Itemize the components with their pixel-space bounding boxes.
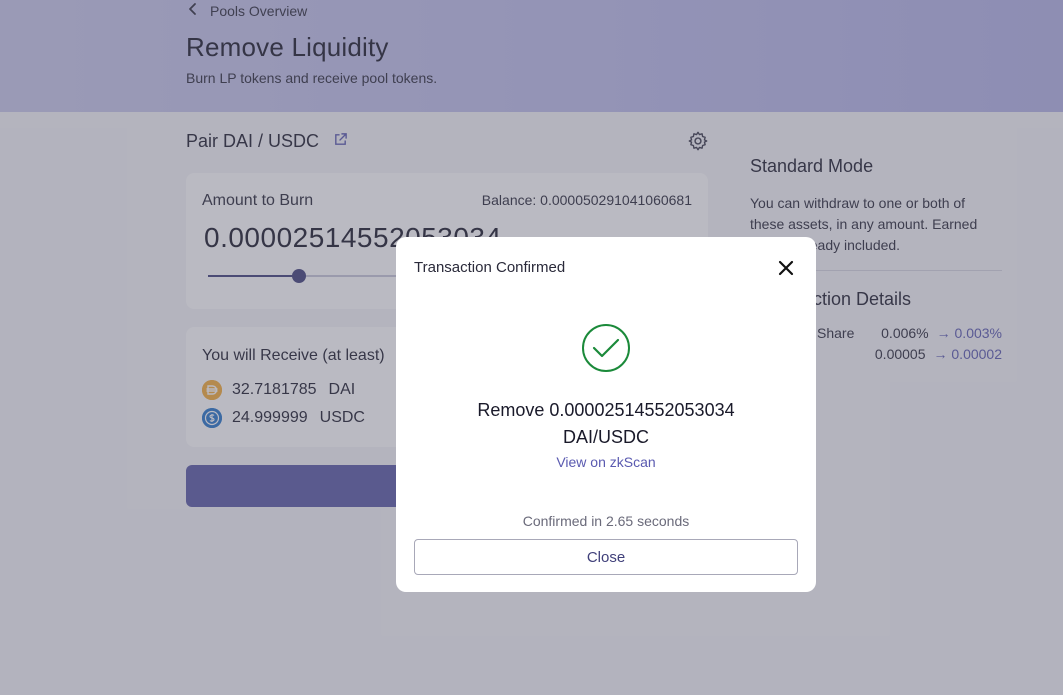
modal-title: Transaction Confirmed — [414, 259, 566, 276]
modal-message-line: DAI/USDC — [562, 427, 649, 447]
close-button[interactable]: Close — [414, 539, 798, 575]
check-circle-icon — [581, 323, 631, 373]
view-on-zkscan-link[interactable]: View on zkScan — [396, 454, 816, 470]
confirmation-time: Confirmed in 2.65 seconds — [522, 513, 690, 529]
transaction-confirmed-modal: Transaction Confirmed Remove 0.000025145… — [396, 237, 816, 592]
close-icon[interactable] — [777, 259, 795, 277]
modal-message-line: Remove 0.00002514552053034 — [477, 400, 735, 420]
modal-message: Remove 0.00002514552053034 DAI/USDC — [396, 397, 816, 451]
